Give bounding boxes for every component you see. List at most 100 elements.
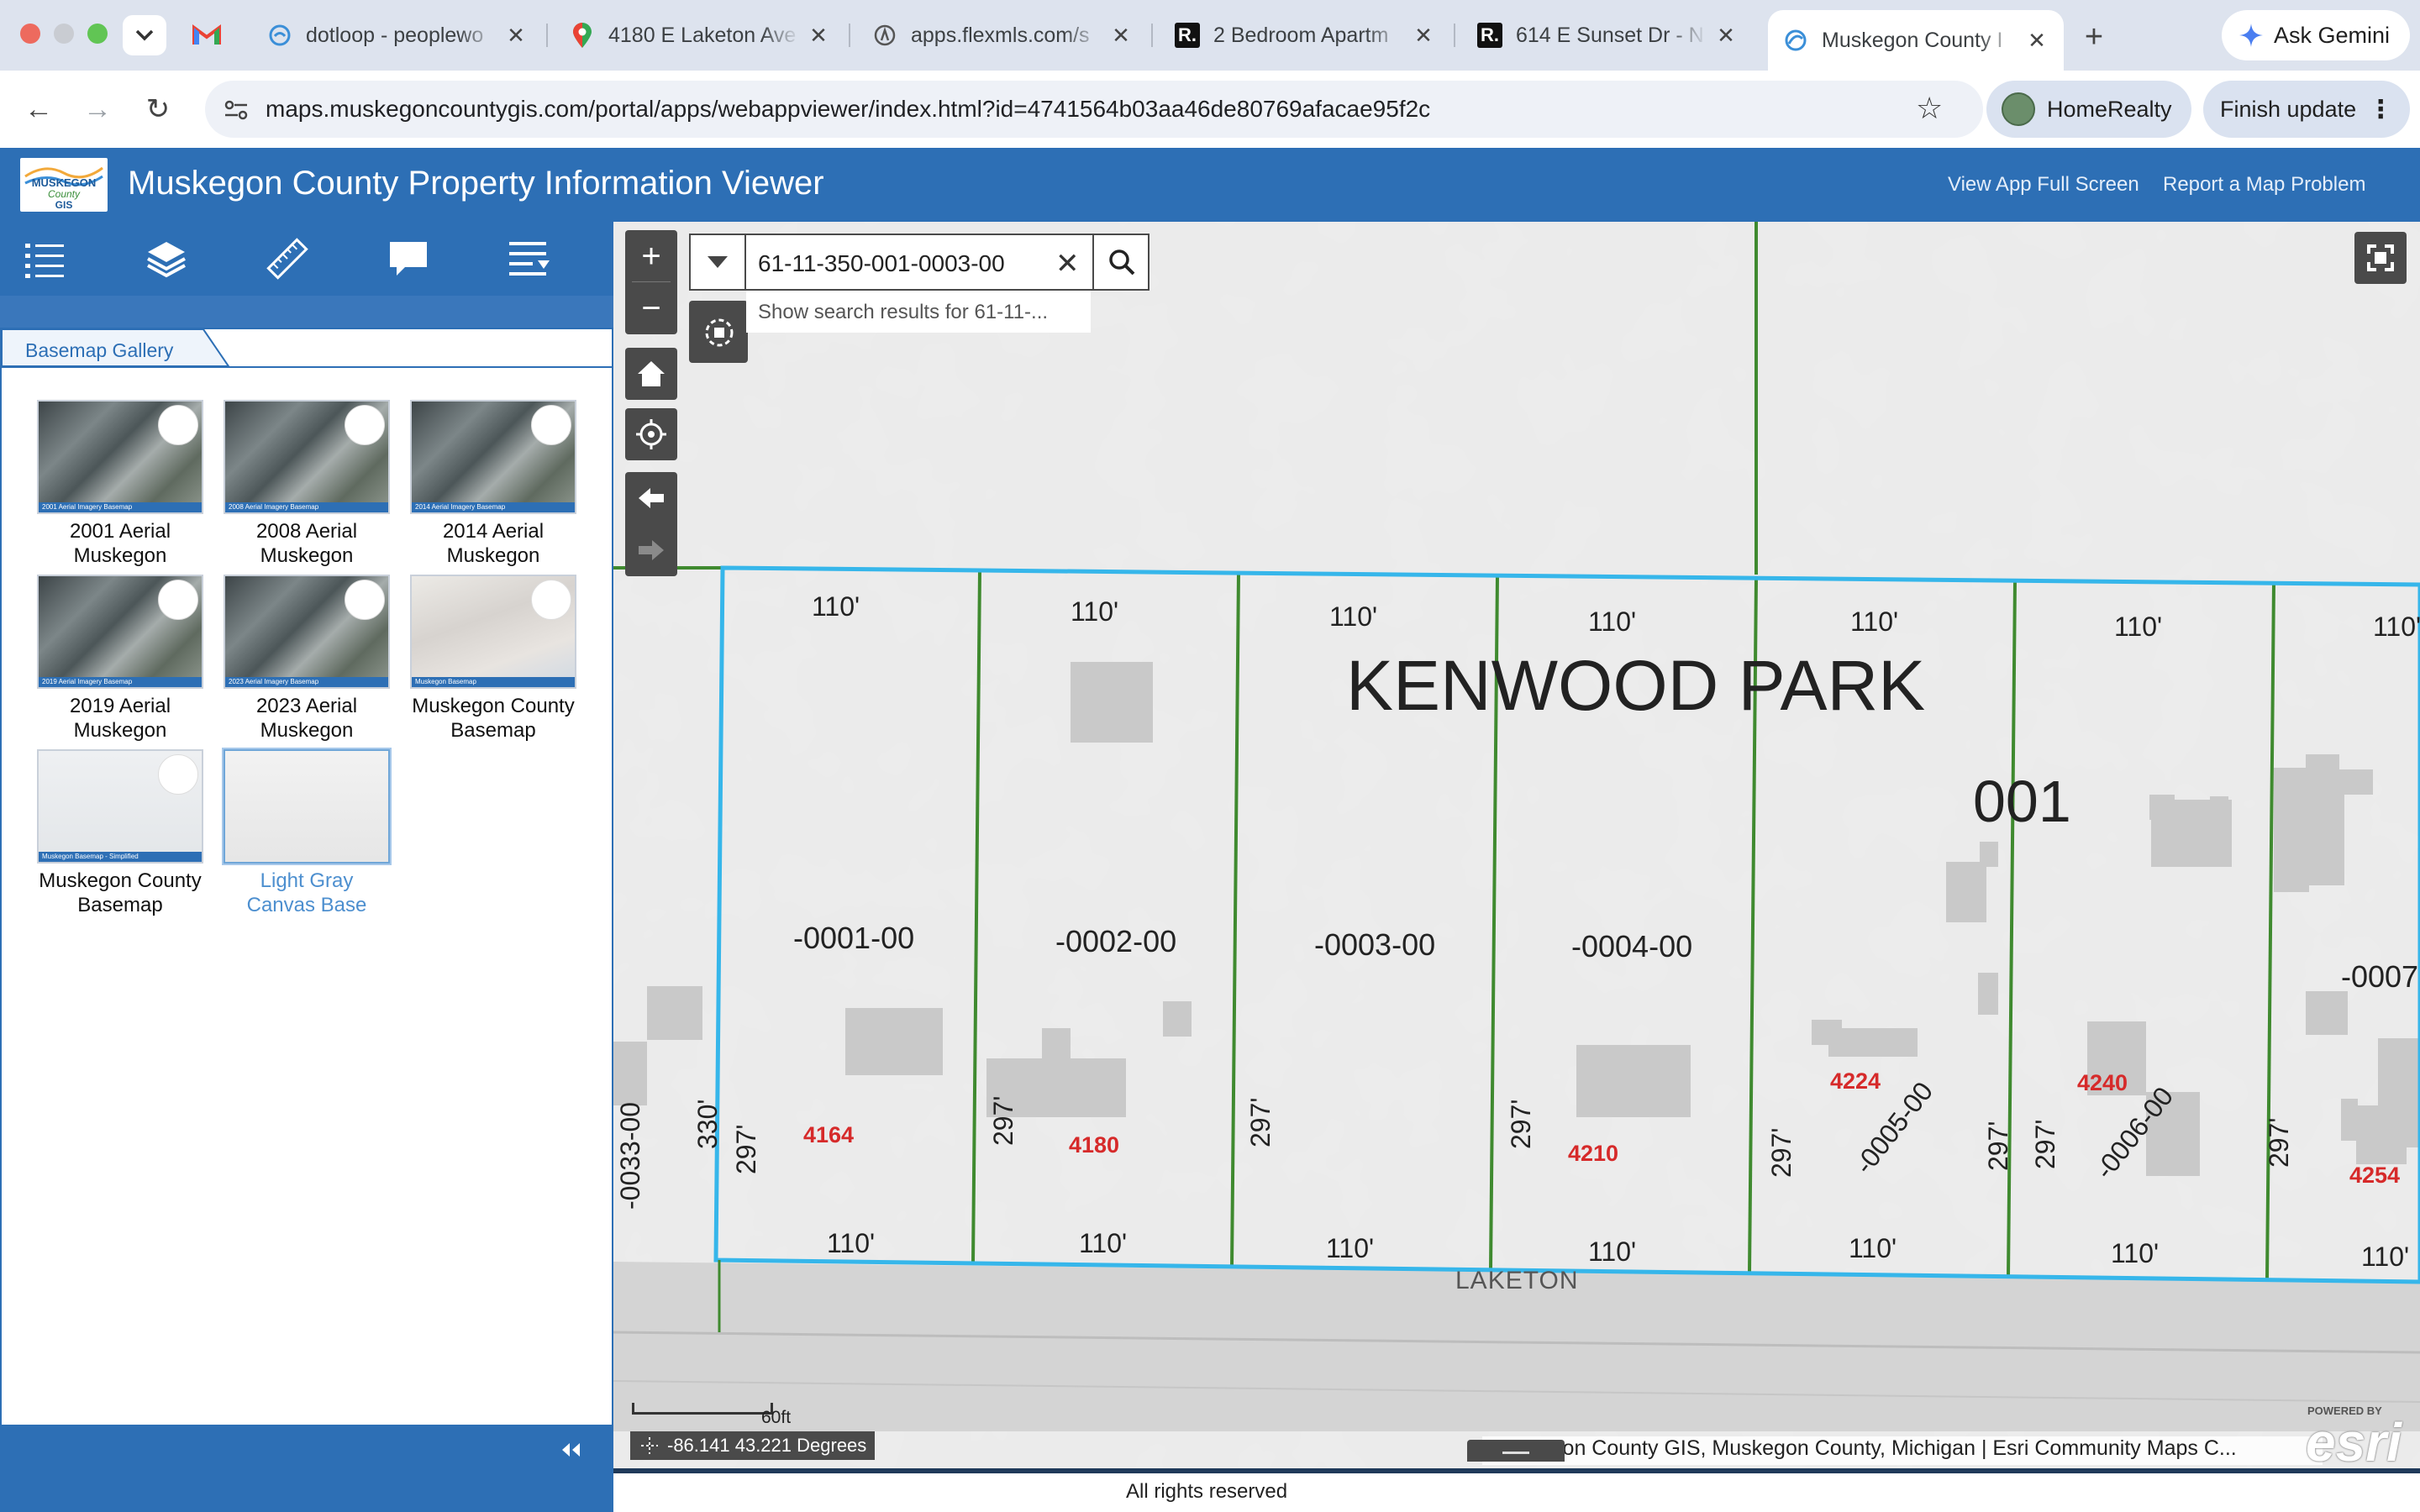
profile-name: HomeRealty (2047, 96, 2172, 122)
search-suggestion[interactable]: Show search results for 61-11-... (746, 291, 1091, 333)
gmail-icon[interactable] (190, 18, 224, 52)
parcel-id-label: -0033-00 (615, 1101, 645, 1210)
close-tab-icon[interactable]: ✕ (1109, 23, 1133, 48)
depth-label: 297' (988, 1095, 1018, 1147)
new-tab-button[interactable]: + (2075, 18, 2112, 55)
basemap-strip-label: Muskegon Basemap - Simplified (39, 852, 202, 862)
street-name-label: LAKETON (1455, 1267, 1579, 1294)
profile-button[interactable]: HomeRealty (1986, 81, 2191, 138)
parcel-id-label: -0001-00 (793, 921, 915, 955)
previous-extent-button[interactable] (625, 472, 677, 524)
finish-update-button[interactable]: Finish update ⋮ (2203, 81, 2410, 138)
depth-label: 297' (731, 1124, 761, 1175)
basemap-label: Light Gray Canvas Base (246, 869, 367, 916)
fullscreen-button[interactable] (2354, 232, 2407, 284)
tab-search-button[interactable] (123, 15, 166, 55)
realtor-r-icon: R. (1175, 23, 1200, 48)
app-title: Muskegon County Property Information Vie… (128, 165, 824, 202)
attribution-toggle[interactable] (1467, 1440, 1565, 1462)
zoom-in-button[interactable]: + (625, 230, 677, 282)
basemap-strip-label: 2014 Aerial Imagery Basemap (412, 502, 575, 512)
tab-maps[interactable]: 4180 E Laketon Ave ✕ (555, 10, 845, 60)
basemap-gallery-tab[interactable]: Basemap Gallery (25, 339, 173, 362)
fullscreen-icon (2367, 244, 2394, 271)
basemap-item[interactable]: 2014 Aerial Imagery Basemap 2014 Aerial M… (410, 400, 581, 568)
ask-gemini-button[interactable]: Ask Gemini (2222, 10, 2410, 60)
basemap-strip-label: 2019 Aerial Imagery Basemap (39, 677, 202, 687)
close-tab-icon[interactable]: ✕ (807, 23, 830, 48)
basemap-label: Muskegon County Basemap (412, 695, 575, 742)
tab-sunset[interactable]: R. 614 E Sunset Dr - N ✕ (1462, 10, 1753, 60)
measure-icon[interactable] (266, 237, 309, 281)
basemap-label: 2008 Aerial Muskegon (255, 520, 358, 567)
basemap-item[interactable]: 2008 Aerial Imagery Basemap 2008 Aerial M… (224, 400, 395, 568)
building-footprint (1978, 973, 1998, 1015)
frontage-label: 110' (1071, 596, 1119, 627)
layers-icon[interactable] (145, 237, 188, 281)
basemap-item[interactable]: 2001 Aerial Imagery Basemap 2001 Aerial M… (37, 400, 208, 568)
frontage-label: 110' (1326, 1233, 1375, 1263)
search-source-dropdown[interactable] (691, 235, 746, 289)
minimize-window-button[interactable] (54, 24, 74, 44)
frontage-label: 110' (2361, 1242, 2410, 1272)
building-footprint (2210, 796, 2228, 808)
finish-update-label: Finish update (2220, 96, 2357, 122)
tab-muskegon-active[interactable]: Muskegon County I ✕ (1768, 10, 2064, 71)
view-full-screen-link[interactable]: View App Full Screen (1948, 173, 2139, 197)
close-tab-icon[interactable]: ✕ (504, 23, 528, 48)
double-chevron-left-icon[interactable] (560, 1441, 581, 1458)
address-bar[interactable]: maps.muskegoncountygis.com/portal/apps/w… (205, 81, 1983, 138)
bookmark-star-icon[interactable]: ☆ (1916, 91, 1943, 126)
next-extent-button[interactable] (625, 524, 677, 576)
maximize-window-button[interactable] (87, 24, 108, 44)
basemap-item[interactable]: Muskegon Basemap - Simplified Muskegon Co… (37, 749, 208, 917)
close-tab-icon[interactable]: ✕ (2025, 28, 2049, 53)
back-button[interactable]: ← (17, 87, 60, 131)
building-footprint (1576, 1045, 1691, 1117)
tab-flexmls[interactable]: apps.flexmls.com/s ✕ (857, 10, 1148, 60)
logo-text-1: MUSKEGON (31, 176, 97, 189)
basemap-item[interactable]: Muskegon Basemap Muskegon County Basemap (410, 575, 581, 743)
report-map-problem-link[interactable]: Report a Map Problem (2163, 173, 2365, 197)
basemap-label: Muskegon County Basemap (39, 869, 202, 916)
site-settings-icon[interactable] (224, 99, 249, 121)
comment-icon[interactable] (387, 237, 430, 281)
locate-button[interactable] (625, 408, 677, 460)
panel-title-bar (0, 296, 613, 328)
close-tab-icon[interactable]: ✕ (1714, 23, 1738, 48)
address-label: 4164 (803, 1122, 855, 1147)
home-button[interactable] (625, 348, 677, 400)
basemap-thumbnail: Muskegon Basemap (410, 575, 576, 689)
search-widget: 61-11-350-001-0003-00 ✕ (689, 234, 1150, 291)
tab-apartment[interactable]: R. 2 Bedroom Apartm ✕ (1160, 10, 1450, 60)
basemap-strip-label: 2008 Aerial Imagery Basemap (225, 502, 388, 512)
building-footprint (1812, 1020, 1842, 1045)
clear-search-icon[interactable]: ✕ (1055, 247, 1080, 281)
reload-button[interactable]: ↻ (136, 87, 180, 131)
parcel-tool-icon (705, 318, 734, 347)
url-text: maps.muskegoncountygis.com/portal/apps/w… (266, 96, 1431, 122)
coordinate-readout[interactable]: -86.141 43.221 Degrees (630, 1431, 876, 1460)
address-label: 4210 (1568, 1141, 1619, 1166)
forward-button[interactable]: → (76, 87, 119, 131)
close-tab-icon[interactable]: ✕ (1412, 23, 1435, 48)
search-source-options-button[interactable] (689, 301, 748, 363)
basemap-item[interactable]: Light Gray Canvas Base (224, 749, 395, 917)
tab-dotloop[interactable]: dotloop - peoplewo ✕ (252, 10, 543, 60)
map-view[interactable]: KENWOOD PARK 001 LAKETON 110' 110' 110' 110' 11… (613, 222, 2420, 1473)
building-footprint (2274, 768, 2309, 892)
legend-icon[interactable] (24, 237, 67, 281)
close-window-button[interactable] (20, 24, 40, 44)
caret-down-icon (708, 256, 728, 268)
arcgis-icon (1783, 28, 1808, 53)
building-footprint (1946, 862, 1986, 922)
basemap-label: 2014 Aerial Muskegon (442, 520, 544, 567)
arrow-left-icon (639, 488, 664, 508)
attribute-table-icon[interactable] (508, 237, 551, 281)
search-input[interactable]: 61-11-350-001-0003-00 (758, 250, 1005, 277)
basemap-item[interactable]: 2019 Aerial Imagery Basemap 2019 Aerial M… (37, 575, 208, 743)
search-button[interactable] (1092, 235, 1150, 289)
basemap-item[interactable]: 2023 Aerial Imagery Basemap 2023 Aerial M… (224, 575, 395, 743)
zoom-out-button[interactable]: − (625, 282, 677, 334)
frontage-label: 110' (812, 591, 860, 622)
